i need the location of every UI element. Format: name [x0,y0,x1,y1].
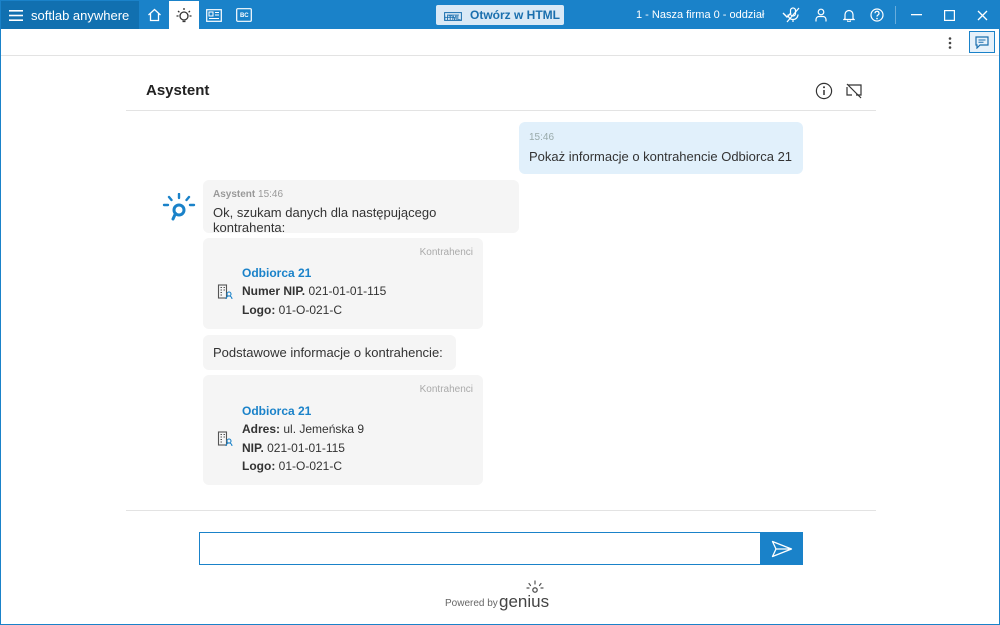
message-text: Podstawowe informacje o kontrahencie: [213,345,443,360]
contractor-name-link[interactable]: Odbiorca 21 [242,264,386,282]
card-row-nip: Numer NIP. 021-01-01-115 [242,284,387,298]
assistant-avatar-icon [162,192,196,221]
assistant-message: Podstawowe informacje o kontrahencie: [203,335,456,370]
card-row-logo: Logo: 01-O-021-C [242,459,343,473]
html-icon: HTML [444,8,462,22]
title-bar-actions [779,1,999,29]
input-divider [126,510,876,511]
card-row-nip: NIP. 021-01-01-115 [242,440,345,455]
message-composer [199,532,803,565]
assistant-tab[interactable] [169,1,200,29]
hamburger-menu-icon[interactable] [1,1,31,29]
company-name: 1 - Nasza firma 0 - oddział [636,9,765,21]
home-tab[interactable] [139,1,169,29]
chat-icon [975,35,989,49]
microphone-off-icon[interactable] [779,1,807,29]
screen-off-icon[interactable] [844,81,864,101]
home-icon [147,8,161,22]
contractor-name-link[interactable]: Odbiorca 21 [242,402,364,420]
brand-area: softlab anywhere [1,1,140,29]
bc-tab[interactable]: BC [229,1,259,29]
open-in-html-label: Otwórz w HTML [470,8,560,22]
card-row-logo: Logo: 01-O-021-C [242,302,343,317]
building-user-icon [217,431,233,447]
genius-logo: genius [499,579,559,616]
powered-by: Powered by genius [445,579,565,611]
chat-panel-toggle[interactable] [969,31,995,53]
powered-by-text: Powered by [445,598,498,609]
message-sender: Asystent 15:46 [213,189,284,200]
list-tab[interactable] [199,1,229,29]
brand-name: softlab anywhere [31,7,130,23]
header-actions [814,81,864,101]
assistant-panel: Asystent [126,71,876,111]
message-text: Ok, szukam danych dla następującego kont… [213,205,437,235]
open-in-html-button[interactable]: HTML Otwórz w HTML [436,5,564,25]
card-source: Kontrahenci [419,384,473,395]
close-button[interactable] [966,1,999,29]
minimize-icon [911,14,922,16]
title-bar: softlab anywhere BC HTML Otwórz w HTML 1… [1,1,999,29]
user-message: 15:46 Pokaż informacje o kontrahencie Od… [519,122,803,174]
help-icon[interactable] [863,1,891,29]
app-window: softlab anywhere BC HTML Otwórz w HTML 1… [0,0,1000,625]
page-title: Asystent [146,82,210,99]
toolbar [1,29,999,56]
genius-logo-text: genius [499,592,549,611]
html-badge-text: HTML [444,16,461,22]
user-icon[interactable] [807,1,835,29]
assistant-header: Asystent [126,71,876,111]
card-source: Kontrahenci [419,247,473,258]
card-row-address: Adres: ul. Jemeńska 9 [242,422,365,436]
company-selector[interactable]: 1 - Nasza firma 0 - oddział [636,1,792,29]
assistant-message: Asystent 15:46 Ok, szukam danych dla nas… [203,180,519,235]
message-time: 15:46 [529,132,555,143]
card-body: Odbiorca 21 Numer NIP. 021-01-01-115 Log… [242,264,386,319]
title-bar-separator [895,6,896,24]
message-input[interactable] [199,532,760,565]
lightbulb-icon [176,8,192,23]
contractor-card[interactable]: Kontrahenci Odbiorca 21 Numer NIP. 021-0… [203,238,483,329]
document-list-icon [206,8,223,22]
minimize-button[interactable] [900,1,933,29]
send-button[interactable] [760,532,803,565]
send-icon [771,540,792,557]
maximize-icon [944,9,955,21]
maximize-button[interactable] [933,1,966,29]
bell-icon[interactable] [835,1,863,29]
building-user-icon [217,284,233,300]
card-body: Odbiorca 21 Adres: ul. Jemeńska 9 NIP. 0… [242,402,364,476]
bc-badge-text: BC [239,13,249,19]
info-icon[interactable] [814,81,834,101]
message-text: Pokaż informacje o kontrahencie Odbiorca… [529,149,793,164]
close-icon [977,10,988,20]
contractor-card[interactable]: Kontrahenci Odbiorca 21 Adres: ul. Jemeń… [203,375,483,485]
more-options-icon[interactable] [941,33,959,53]
